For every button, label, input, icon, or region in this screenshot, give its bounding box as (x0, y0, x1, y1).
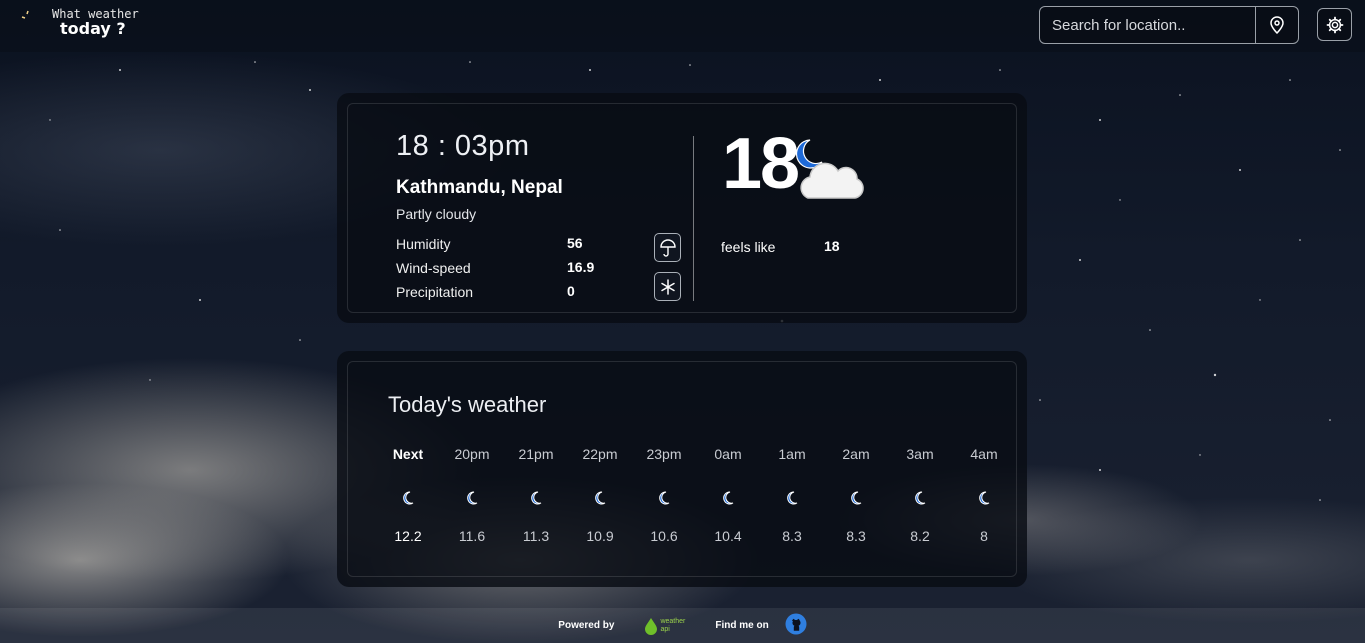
hour-temp: 10.6 (650, 528, 678, 544)
hour-label: 1am (778, 446, 806, 462)
humidity-value: 56 (567, 235, 583, 251)
hour-label: 4am (970, 446, 998, 462)
logo-moon-icon (20, 8, 50, 44)
top-bar: What weather today ? (0, 0, 1365, 52)
weatherapi-text-2: api (660, 625, 670, 633)
moon-icon (978, 490, 990, 505)
moon-icon (594, 490, 606, 505)
umbrella-button[interactable] (654, 233, 681, 262)
hour-label: 21pm (518, 446, 554, 462)
moon-icon (786, 490, 798, 505)
moon-icon (402, 490, 414, 505)
hour-temp: 11.6 (458, 528, 486, 544)
moon-icon (914, 490, 926, 505)
app-logo[interactable]: What weather today ? (20, 8, 139, 44)
hour-item: 0am 10.4 (696, 446, 760, 544)
wind-speed-label: Wind-speed (396, 260, 471, 276)
snowflake-button[interactable] (654, 272, 681, 301)
umbrella-icon (659, 238, 676, 257)
humidity-label: Humidity (396, 236, 451, 252)
hour-item: 2am 8.3 (824, 446, 888, 544)
feels-like-label: feels like (721, 239, 776, 255)
snowflake-icon (660, 278, 675, 295)
hour-label: Next (392, 446, 424, 462)
hour-temp: 12.2 (394, 528, 422, 544)
hour-temp: 8.2 (910, 528, 930, 544)
moon-icon (466, 490, 478, 505)
github-icon (785, 613, 807, 634)
temperature-value: 18 (722, 124, 800, 204)
search-bar (1039, 6, 1299, 44)
feels-like-value: 18 (824, 238, 840, 254)
location-button[interactable] (1255, 7, 1298, 43)
wind-speed-value: 16.9 (567, 259, 595, 275)
weather-condition: Partly cloudy (396, 206, 477, 222)
find-me-label: Find me on (715, 620, 769, 631)
github-link[interactable] (785, 613, 807, 639)
hour-label: 23pm (646, 446, 682, 462)
moon-icon (722, 490, 734, 505)
hour-label: 2am (842, 446, 870, 462)
moon-icon (658, 490, 670, 505)
hour-temp: 10.4 (714, 528, 742, 544)
location-name: Kathmandu, Nepal (396, 177, 563, 198)
hour-temp: 8.3 (782, 528, 802, 544)
hour-label: 0am (714, 446, 742, 462)
moon-icon (530, 490, 542, 505)
hour-temp: 10.9 (586, 528, 614, 544)
settings-button[interactable] (1317, 8, 1352, 41)
hour-item: 21pm 11.3 (504, 446, 568, 544)
logo-line-2: today ? (60, 19, 126, 38)
current-time: 18 : 03pm (396, 130, 530, 162)
hour-temp: 8 (980, 528, 988, 544)
card-divider (693, 136, 694, 301)
hour-label: 20pm (454, 446, 490, 462)
current-weather-card: 18 : 03pm Kathmandu, Nepal Partly cloudy… (337, 93, 1027, 323)
search-input[interactable] (1040, 7, 1255, 43)
gear-icon (1326, 16, 1343, 33)
hour-item: 22pm 10.9 (568, 446, 632, 544)
weatherapi-text-1: weather (660, 617, 686, 625)
hour-item: Next 12.2 (376, 446, 440, 544)
hour-label: 22pm (582, 446, 618, 462)
hour-item: 23pm 10.6 (632, 446, 696, 544)
hour-item: 3am 8.2 (888, 446, 952, 544)
moon-cloud-icon (794, 136, 874, 212)
hour-item: 4am 8 (952, 446, 1016, 544)
hour-temp: 11.3 (522, 528, 550, 544)
powered-by-label: Powered by (558, 620, 615, 631)
hourly-forecast-list: Next 12.2 20pm 11.6 21pm 11.3 22pm 10.9 23pm… (376, 446, 1016, 544)
hourly-forecast-card: Today's weather Next 12.2 20pm 11.6 21pm 11… (337, 351, 1027, 587)
hour-item: 1am 8.3 (760, 446, 824, 544)
weatherapi-logo-icon (645, 617, 658, 635)
map-pin-icon (1270, 16, 1284, 34)
hour-label: 3am (906, 446, 934, 462)
precipitation-label: Precipitation (396, 284, 474, 300)
footer: Powered by weather api Find me on (0, 608, 1365, 643)
weatherapi-link[interactable]: weather api (644, 617, 685, 635)
hour-temp: 8.3 (846, 528, 866, 544)
forecast-title: Today's weather (388, 392, 547, 417)
precipitation-value: 0 (567, 283, 575, 299)
moon-icon (850, 490, 862, 505)
hour-item: 20pm 11.6 (440, 446, 504, 544)
